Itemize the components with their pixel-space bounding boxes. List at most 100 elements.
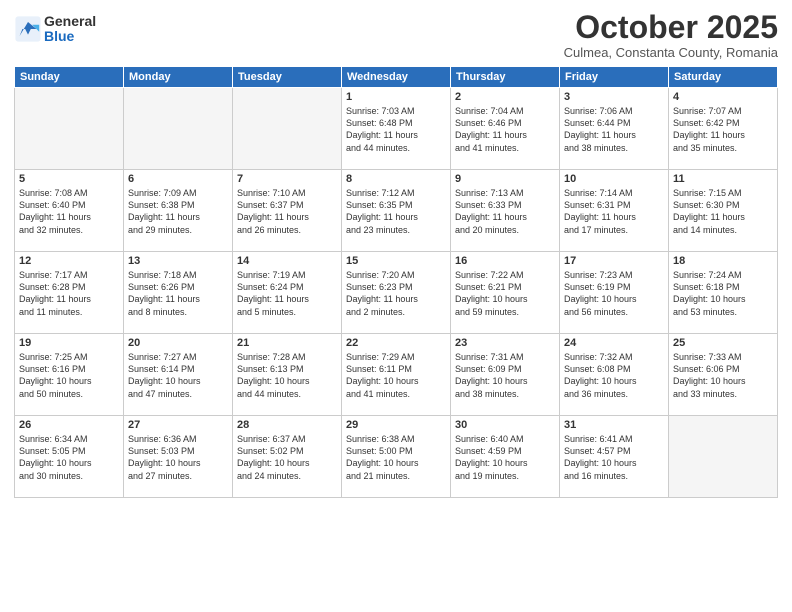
day-info: Sunrise: 7:08 AMSunset: 6:40 PMDaylight:…: [19, 187, 119, 236]
calendar-cell: 10 Sunrise: 7:14 AMSunset: 6:31 PMDayligh…: [560, 170, 669, 252]
day-number: 30: [455, 419, 555, 431]
calendar-cell: 16 Sunrise: 7:22 AMSunset: 6:21 PMDayligh…: [451, 252, 560, 334]
day-number: 4: [673, 91, 773, 103]
calendar-cell: 20 Sunrise: 7:27 AMSunset: 6:14 PMDayligh…: [124, 334, 233, 416]
calendar-cell: 19Sunrise: 7:25 AMSunset: 6:16 PMDayligh…: [15, 334, 124, 416]
calendar-cell: 15 Sunrise: 7:20 AMSunset: 6:23 PMDayligh…: [342, 252, 451, 334]
day-number: 17: [564, 255, 664, 267]
logo-icon: [14, 15, 42, 43]
calendar-cell: 11 Sunrise: 7:15 AMSunset: 6:30 PMDayligh…: [669, 170, 778, 252]
calendar-cell: 28 Sunrise: 6:37 AMSunset: 5:02 PMDayligh…: [233, 416, 342, 498]
calendar-cell: 25Sunrise: 7:33 AMSunset: 6:06 PMDayligh…: [669, 334, 778, 416]
day-number: 28: [237, 419, 337, 431]
calendar-header-row: Sunday Monday Tuesday Wednesday Thursday…: [15, 67, 778, 88]
day-number: 8: [346, 173, 446, 185]
day-number: 21: [237, 337, 337, 349]
calendar-cell: 5 Sunrise: 7:08 AMSunset: 6:40 PMDaylight…: [15, 170, 124, 252]
calendar-week-row: 19Sunrise: 7:25 AMSunset: 6:16 PMDayligh…: [15, 334, 778, 416]
calendar-cell: 7 Sunrise: 7:10 AMSunset: 6:37 PMDaylight…: [233, 170, 342, 252]
logo-general: General: [44, 14, 96, 29]
day-number: 10: [564, 173, 664, 185]
day-info: Sunrise: 7:19 AMSunset: 6:24 PMDaylight:…: [237, 269, 337, 318]
calendar-cell: 13Sunrise: 7:18 AMSunset: 6:26 PMDayligh…: [124, 252, 233, 334]
calendar-cell: [15, 88, 124, 170]
header-friday: Friday: [560, 67, 669, 88]
day-info: Sunrise: 7:03 AMSunset: 6:48 PMDaylight:…: [346, 105, 446, 154]
calendar-cell: 3 Sunrise: 7:06 AMSunset: 6:44 PMDaylight…: [560, 88, 669, 170]
header: General Blue October 2025 Culmea, Consta…: [14, 10, 778, 60]
calendar-cell: 27 Sunrise: 6:36 AMSunset: 5:03 PMDayligh…: [124, 416, 233, 498]
calendar-cell: 22 Sunrise: 7:29 AMSunset: 6:11 PMDayligh…: [342, 334, 451, 416]
day-number: 26: [19, 419, 119, 431]
day-info: Sunrise: 6:37 AMSunset: 5:02 PMDaylight:…: [237, 433, 337, 482]
day-number: 12: [19, 255, 119, 267]
calendar-cell: 4 Sunrise: 7:07 AMSunset: 6:42 PMDaylight…: [669, 88, 778, 170]
day-number: 3: [564, 91, 664, 103]
day-info: Sunrise: 7:20 AMSunset: 6:23 PMDaylight:…: [346, 269, 446, 318]
day-info: Sunrise: 7:13 AMSunset: 6:33 PMDaylight:…: [455, 187, 555, 236]
day-info: Sunrise: 7:28 AMSunset: 6:13 PMDaylight:…: [237, 351, 337, 400]
day-info: Sunrise: 7:31 AMSunset: 6:09 PMDaylight:…: [455, 351, 555, 400]
day-number: 5: [19, 173, 119, 185]
day-info: Sunrise: 7:04 AMSunset: 6:46 PMDaylight:…: [455, 105, 555, 154]
calendar-cell: 6 Sunrise: 7:09 AMSunset: 6:38 PMDaylight…: [124, 170, 233, 252]
day-info: Sunrise: 7:18 AMSunset: 6:26 PMDaylight:…: [128, 269, 228, 318]
day-number: 1: [346, 91, 446, 103]
day-info: Sunrise: 6:36 AMSunset: 5:03 PMDaylight:…: [128, 433, 228, 482]
day-number: 6: [128, 173, 228, 185]
day-info: Sunrise: 7:06 AMSunset: 6:44 PMDaylight:…: [564, 105, 664, 154]
calendar-cell: 17Sunrise: 7:23 AMSunset: 6:19 PMDayligh…: [560, 252, 669, 334]
location: Culmea, Constanta County, Romania: [564, 45, 778, 60]
day-info: Sunrise: 7:09 AMSunset: 6:38 PMDaylight:…: [128, 187, 228, 236]
day-info: Sunrise: 7:07 AMSunset: 6:42 PMDaylight:…: [673, 105, 773, 154]
day-info: Sunrise: 7:33 AMSunset: 6:06 PMDaylight:…: [673, 351, 773, 400]
day-number: 23: [455, 337, 555, 349]
logo-text: General Blue: [44, 14, 96, 45]
logo: General Blue: [14, 14, 96, 45]
day-info: Sunrise: 7:32 AMSunset: 6:08 PMDaylight:…: [564, 351, 664, 400]
header-monday: Monday: [124, 67, 233, 88]
header-sunday: Sunday: [15, 67, 124, 88]
calendar-cell: [124, 88, 233, 170]
header-saturday: Saturday: [669, 67, 778, 88]
calendar-cell: [233, 88, 342, 170]
calendar-cell: 29Sunrise: 6:38 AMSunset: 5:00 PMDayligh…: [342, 416, 451, 498]
calendar-cell: 12 Sunrise: 7:17 AMSunset: 6:28 PMDayligh…: [15, 252, 124, 334]
day-number: 15: [346, 255, 446, 267]
day-info: Sunrise: 6:41 AMSunset: 4:57 PMDaylight:…: [564, 433, 664, 482]
calendar-cell: 2Sunrise: 7:04 AMSunset: 6:46 PMDaylight…: [451, 88, 560, 170]
day-number: 16: [455, 255, 555, 267]
day-info: Sunrise: 7:12 AMSunset: 6:35 PMDaylight:…: [346, 187, 446, 236]
day-info: Sunrise: 7:14 AMSunset: 6:31 PMDaylight:…: [564, 187, 664, 236]
day-info: Sunrise: 7:15 AMSunset: 6:30 PMDaylight:…: [673, 187, 773, 236]
day-info: Sunrise: 7:22 AMSunset: 6:21 PMDaylight:…: [455, 269, 555, 318]
header-thursday: Thursday: [451, 67, 560, 88]
calendar-week-row: 1 Sunrise: 7:03 AMSunset: 6:48 PMDaylight…: [15, 88, 778, 170]
calendar-cell: 14Sunrise: 7:19 AMSunset: 6:24 PMDayligh…: [233, 252, 342, 334]
day-number: 29: [346, 419, 446, 431]
title-block: October 2025 Culmea, Constanta County, R…: [564, 10, 778, 60]
day-number: 11: [673, 173, 773, 185]
day-info: Sunrise: 7:29 AMSunset: 6:11 PMDaylight:…: [346, 351, 446, 400]
day-number: 27: [128, 419, 228, 431]
day-number: 9: [455, 173, 555, 185]
day-number: 24: [564, 337, 664, 349]
calendar-cell: 8 Sunrise: 7:12 AMSunset: 6:35 PMDaylight…: [342, 170, 451, 252]
day-info: Sunrise: 7:24 AMSunset: 6:18 PMDaylight:…: [673, 269, 773, 318]
calendar-cell: 30 Sunrise: 6:40 AMSunset: 4:59 PMDayligh…: [451, 416, 560, 498]
day-number: 19: [19, 337, 119, 349]
calendar-cell: 1 Sunrise: 7:03 AMSunset: 6:48 PMDaylight…: [342, 88, 451, 170]
calendar-cell: 18Sunrise: 7:24 AMSunset: 6:18 PMDayligh…: [669, 252, 778, 334]
calendar-cell: 21 Sunrise: 7:28 AMSunset: 6:13 PMDayligh…: [233, 334, 342, 416]
day-number: 31: [564, 419, 664, 431]
day-info: Sunrise: 7:17 AMSunset: 6:28 PMDaylight:…: [19, 269, 119, 318]
day-info: Sunrise: 7:27 AMSunset: 6:14 PMDaylight:…: [128, 351, 228, 400]
calendar-cell: 9 Sunrise: 7:13 AMSunset: 6:33 PMDaylight…: [451, 170, 560, 252]
day-number: 7: [237, 173, 337, 185]
day-info: Sunrise: 6:40 AMSunset: 4:59 PMDaylight:…: [455, 433, 555, 482]
day-number: 22: [346, 337, 446, 349]
day-info: Sunrise: 7:10 AMSunset: 6:37 PMDaylight:…: [237, 187, 337, 236]
day-number: 20: [128, 337, 228, 349]
calendar-cell: 24 Sunrise: 7:32 AMSunset: 6:08 PMDayligh…: [560, 334, 669, 416]
calendar-cell: 23 Sunrise: 7:31 AMSunset: 6:09 PMDayligh…: [451, 334, 560, 416]
